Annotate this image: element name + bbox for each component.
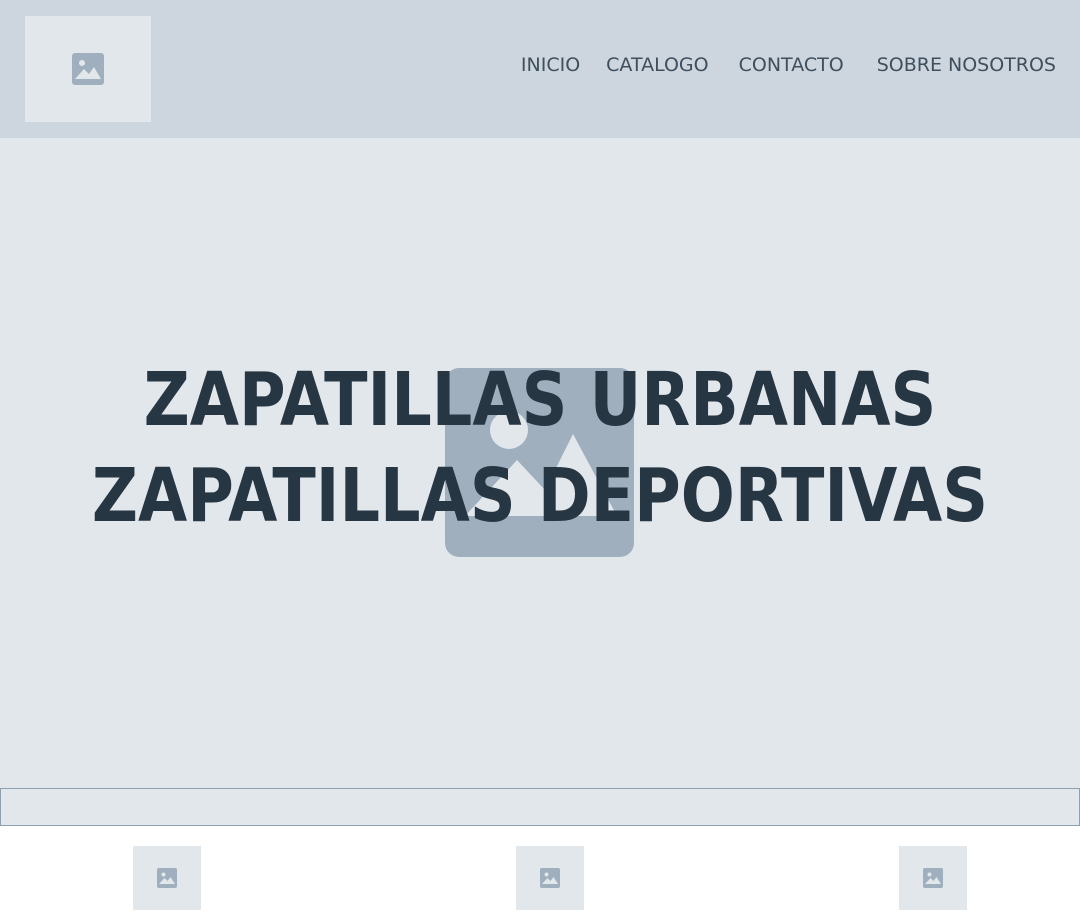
- thumbnail-2[interactable]: [516, 846, 584, 910]
- thumbnail-1[interactable]: [133, 846, 201, 910]
- hero-banner: ZAPATILLAS URBANAS ZAPATILLAS DEPORTIVAS: [0, 138, 1080, 788]
- divider-strip: [0, 788, 1080, 826]
- nav-link-inicio[interactable]: INICIO: [521, 52, 580, 78]
- image-placeholder-icon: [923, 868, 943, 888]
- nav-link-catalogo[interactable]: CATALOGO: [606, 52, 708, 78]
- logo[interactable]: [25, 16, 151, 122]
- nav-link-contacto[interactable]: CONTACTO: [739, 52, 844, 78]
- image-placeholder-icon: [157, 868, 177, 888]
- thumbnail-row: [0, 846, 1080, 910]
- hero-title: ZAPATILLAS URBANAS ZAPATILLAS DEPORTIVAS: [0, 352, 1080, 544]
- image-placeholder-icon: [72, 53, 104, 85]
- thumbnail-3[interactable]: [899, 846, 967, 910]
- hero-title-line-1: ZAPATILLAS URBANAS: [143, 357, 937, 443]
- hero-title-line-2: ZAPATILLAS DEPORTIVAS: [91, 453, 989, 539]
- main-nav: INICIO CATALOGO CONTACTO SOBRE NOSOTROS: [521, 52, 1056, 78]
- site-header: INICIO CATALOGO CONTACTO SOBRE NOSOTROS: [0, 0, 1080, 138]
- nav-link-sobre-nosotros[interactable]: SOBRE NOSOTROS: [877, 52, 1056, 78]
- image-placeholder-icon: [540, 868, 560, 888]
